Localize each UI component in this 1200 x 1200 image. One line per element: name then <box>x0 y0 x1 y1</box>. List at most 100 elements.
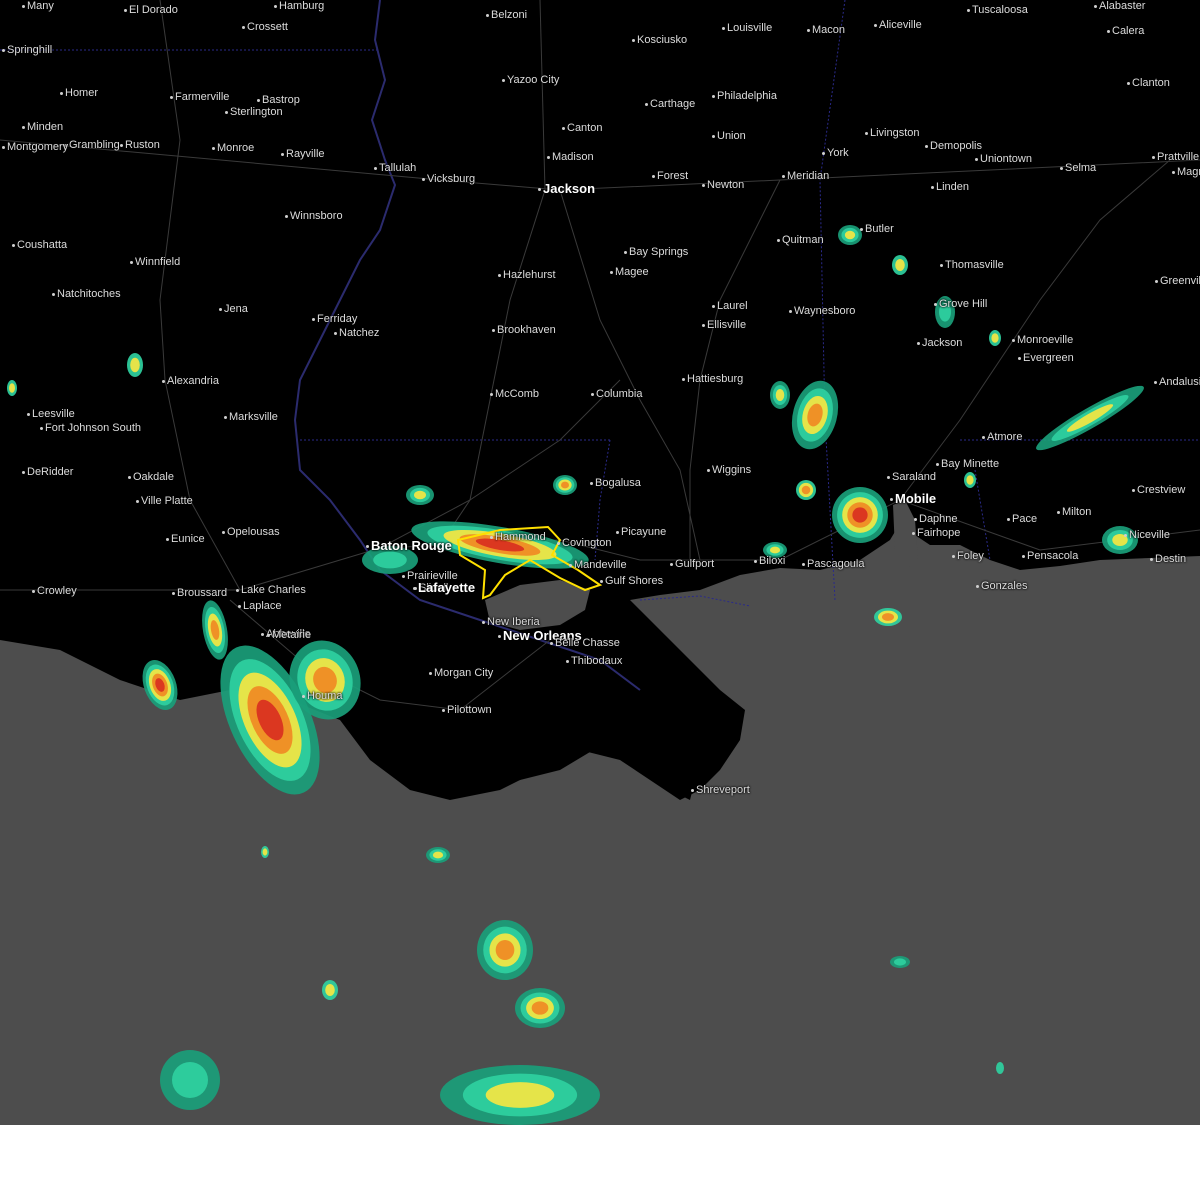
radar-echo <box>561 481 569 489</box>
city-dot-icon <box>566 659 569 663</box>
city-label: Opelousas <box>220 526 280 538</box>
city-label: Natchitoches <box>50 288 121 300</box>
city-label: Jena <box>217 303 248 315</box>
city-name: Kosciusko <box>637 34 688 46</box>
city-dot-icon <box>670 562 673 566</box>
city-label: Thomasville <box>938 259 1004 271</box>
radar-echo <box>996 1062 1004 1074</box>
city-dot-icon <box>1155 279 1158 283</box>
city-dot-icon <box>136 499 139 503</box>
city-label: Laplace <box>236 600 282 612</box>
radar-echo <box>966 475 974 485</box>
city-dot-icon <box>940 263 943 267</box>
city-dot-icon <box>2 48 5 52</box>
city-dot-icon <box>632 38 635 42</box>
city-dot-icon <box>952 554 955 558</box>
city-dot-icon <box>550 641 553 645</box>
city-name: Canton <box>567 122 603 134</box>
city-label: Canton <box>560 122 602 134</box>
city-label: Macon <box>805 24 845 36</box>
city-dot-icon <box>261 632 264 636</box>
radar-cell <box>964 472 976 488</box>
radar-cell <box>261 846 269 858</box>
city-dot-icon <box>860 227 863 231</box>
city-label: Milton <box>1055 506 1091 518</box>
city-dot-icon <box>2 145 5 149</box>
city-dot-icon <box>162 379 165 383</box>
city-dot-icon <box>610 270 613 274</box>
city-name: Alexandria <box>167 375 219 387</box>
city-name: Pace <box>1012 513 1038 525</box>
city-name: Union <box>717 130 746 142</box>
city-label: Leesville <box>25 408 75 420</box>
city-dot-icon <box>374 166 377 170</box>
city-dot-icon <box>486 13 489 17</box>
city-label: Shreveport <box>689 784 750 796</box>
city-name: Greenville <box>1160 275 1200 287</box>
city-name: Wiggins <box>712 464 752 476</box>
city-label: Lake Charles <box>234 584 306 596</box>
city-dot-icon <box>1150 557 1153 561</box>
city-name: Farmerville <box>175 91 230 103</box>
city-label: Fairhope <box>910 527 960 539</box>
city-name: Jackson <box>922 337 963 349</box>
city-dot-icon <box>538 188 541 192</box>
city-name: Atmore <box>987 431 1023 443</box>
radar-echo <box>485 1082 555 1108</box>
city-dot-icon <box>274 4 277 8</box>
city-label: Butler <box>858 223 894 235</box>
city-label: Farmerville <box>168 91 229 103</box>
city-dot-icon <box>40 426 43 430</box>
city-name: Marksville <box>229 411 278 423</box>
city-dot-icon <box>912 531 915 535</box>
radar-map[interactable]: El Dorado Hamburg Belzoni Louisville Macon Al… <box>0 0 1200 1125</box>
city-label: New Iberia <box>480 616 540 628</box>
city-dot-icon <box>624 250 627 254</box>
city-name: Ville Platte <box>141 495 193 507</box>
city-label: Pascagoula <box>800 558 865 570</box>
city-name: Natchez <box>339 327 380 339</box>
city-label: Bay Minette <box>934 458 999 470</box>
city-name: Bastrop <box>262 94 300 106</box>
city-dot-icon <box>600 579 603 583</box>
city-name: York <box>827 147 849 159</box>
city-name: Quitman <box>782 234 824 246</box>
city-label: Coushatta <box>10 239 67 251</box>
city-label: Homer <box>58 87 98 99</box>
city-dot-icon <box>12 243 15 247</box>
city-dot-icon <box>967 8 970 12</box>
city-label: Thibodaux <box>564 655 622 667</box>
city-dot-icon <box>777 238 780 242</box>
city-name: Thomasville <box>945 259 1004 271</box>
city-label: Many <box>20 0 54 12</box>
city-dot-icon <box>32 589 35 593</box>
city-dot-icon <box>128 475 131 479</box>
city-name: Linden <box>936 181 970 193</box>
radar-echo <box>882 613 894 621</box>
city-name: Daphne <box>919 513 958 525</box>
city-label: Pilottown <box>440 704 492 716</box>
city-dot-icon <box>238 604 241 608</box>
city-label: Monroe <box>210 142 254 154</box>
city-label: Sterlington <box>223 106 283 118</box>
city-name: Homer <box>65 87 99 99</box>
city-dot-icon <box>1124 533 1127 537</box>
city-label: Montgomery <box>0 141 68 153</box>
city-label: Demopolis <box>923 140 982 152</box>
city-dot-icon <box>1107 29 1110 33</box>
city-name: Fairhope <box>917 527 961 539</box>
radar-echo <box>325 984 335 996</box>
city-name: Ellisville <box>707 319 747 331</box>
city-dot-icon <box>366 545 369 549</box>
radar-cell <box>322 980 338 1000</box>
city-label: Springhill <box>0 44 52 56</box>
city-name: Andalusia <box>1159 376 1200 388</box>
city-label: Alexandria <box>160 375 219 387</box>
city-name: Hazlehurst <box>503 269 556 281</box>
city-name: Crestview <box>1137 484 1186 496</box>
city-dot-icon <box>219 307 222 311</box>
city-name: Butler <box>865 223 894 235</box>
city-label: Morgan City <box>427 667 493 679</box>
city-dot-icon <box>982 435 985 439</box>
radar-cell <box>892 255 908 275</box>
